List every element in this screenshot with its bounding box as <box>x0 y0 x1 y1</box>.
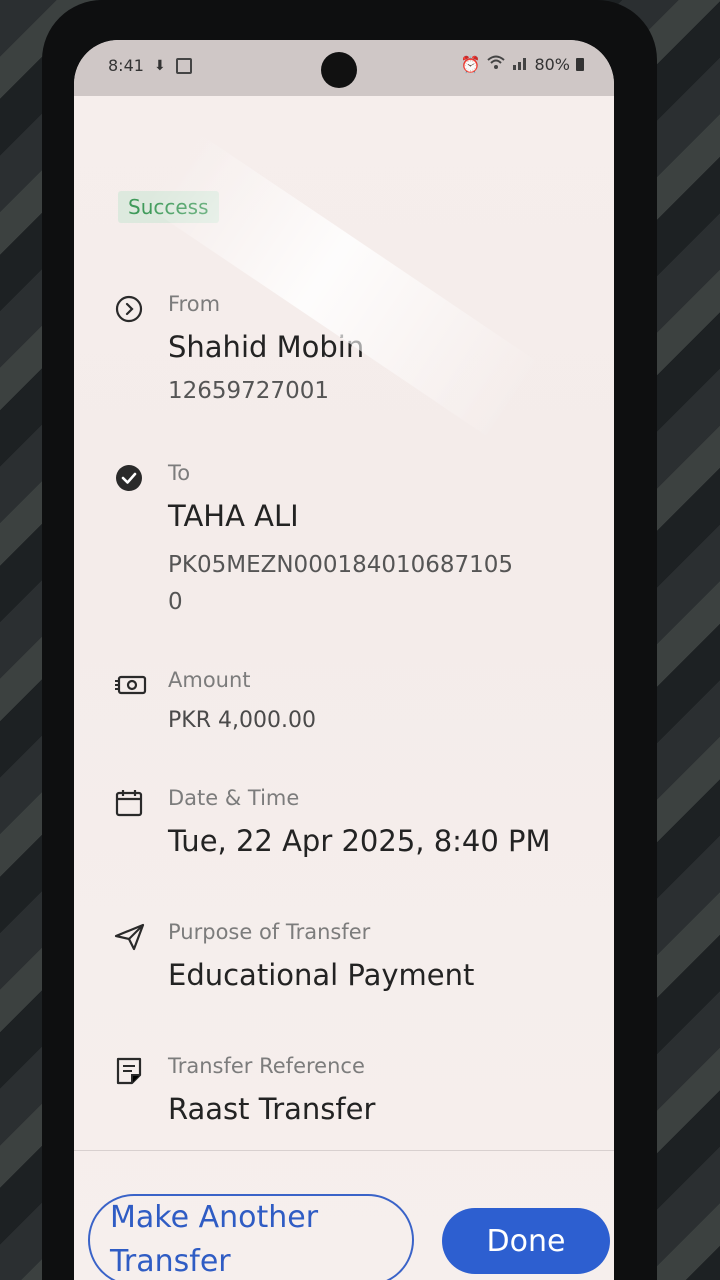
notification-icon <box>175 57 192 74</box>
purpose-section: Purpose of Transfer Educational Payment <box>114 920 574 1000</box>
signal-icon <box>512 55 528 74</box>
divider <box>74 1150 614 1151</box>
screen: 8:41 ⬇ ⏰ 80% Success From Shahid Mobin 1… <box>74 40 614 1280</box>
status-badge: Success <box>118 191 219 223</box>
datetime-label: Date & Time <box>168 786 300 810</box>
wifi-icon <box>486 54 506 74</box>
reference-section: Transfer Reference Raast Transfer <box>114 1054 574 1134</box>
datetime-section: Date & Time Tue, 22 Apr 2025, 8:40 PM <box>114 786 574 866</box>
done-button[interactable]: Done <box>442 1208 610 1274</box>
status-right: ⏰ 80% <box>461 54 584 74</box>
reference-value: Raast Transfer <box>168 1092 376 1126</box>
datetime-value: Tue, 22 Apr 2025, 8:40 PM <box>168 824 551 858</box>
to-section: To TAHA ALI PK05MEZN000184010687105 0 <box>114 461 574 621</box>
reference-label: Transfer Reference <box>168 1054 365 1078</box>
download-icon: ⬇ <box>153 57 166 74</box>
amount-value: PKR 4,000.00 <box>168 708 316 733</box>
calendar-icon <box>114 788 146 820</box>
make-another-label-line1: Make Another <box>110 1200 319 1235</box>
to-label: To <box>168 461 191 485</box>
alarm-icon: ⏰ <box>460 54 481 74</box>
document-icon <box>114 1056 146 1088</box>
from-name: Shahid Mobin <box>168 330 365 364</box>
to-name: TAHA ALI <box>168 499 299 533</box>
from-label: From <box>168 292 221 316</box>
make-another-transfer-button[interactable]: Make Another Transfer <box>88 1194 414 1280</box>
amount-label: Amount <box>168 668 251 692</box>
arrow-circle-right-icon <box>114 294 146 326</box>
battery-percent: 80% <box>534 54 570 74</box>
send-icon <box>114 922 146 954</box>
money-icon <box>114 670 147 702</box>
make-another-label-line2: Transfer <box>110 1244 231 1279</box>
purpose-value: Educational Payment <box>168 958 475 992</box>
from-section: From Shahid Mobin 12659727001 <box>114 292 574 412</box>
purpose-label: Purpose of Transfer <box>168 920 371 944</box>
status-bar: 8:41 ⬇ ⏰ 80% <box>74 40 614 96</box>
camera-cutout <box>321 52 357 88</box>
clock: 8:41 <box>108 56 144 75</box>
to-account: PK05MEZN000184010687105 0 <box>168 552 514 615</box>
check-circle-icon <box>114 463 146 495</box>
status-left: 8:41 ⬇ <box>108 56 192 75</box>
amount-section: Amount PKR 4,000.00 <box>114 668 574 748</box>
battery-icon <box>576 57 584 71</box>
from-account: 12659727001 <box>168 378 329 404</box>
